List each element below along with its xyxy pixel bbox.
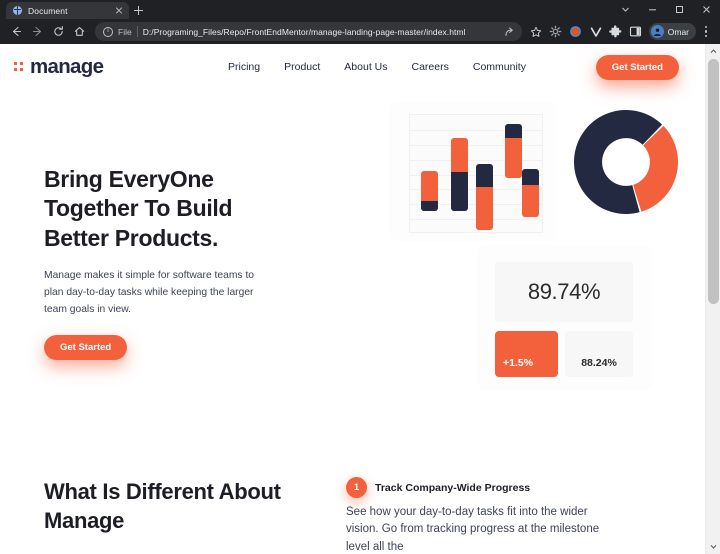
vimium-extension-icon[interactable] <box>586 21 606 42</box>
scrollbar-thumb[interactable] <box>708 59 719 304</box>
globe-icon <box>13 6 22 15</box>
chevron-down-icon[interactable] <box>612 0 639 19</box>
feature-body: See how your day-to-day tasks fit into t… <box>346 506 600 553</box>
page-viewport: manage Pricing Product About Us Careers … <box>0 44 720 554</box>
chart-bar <box>421 171 438 211</box>
scroll-down-icon[interactable] <box>706 539 720 554</box>
nav-link-community[interactable]: Community <box>473 61 526 73</box>
web-page: manage Pricing Product About Us Careers … <box>0 44 705 554</box>
stat-delta-value: +1.5% <box>503 357 534 369</box>
nav-link-pricing[interactable]: Pricing <box>228 61 260 73</box>
extension-gear-icon[interactable] <box>546 21 566 42</box>
address-bar[interactable]: File D:/Programing_Files/Repo/FrontEndMe… <box>95 22 522 41</box>
chart-bar <box>505 124 522 178</box>
window-controls <box>612 0 720 19</box>
nav-link-careers[interactable]: Careers <box>412 61 449 73</box>
feature-title: Track Company-Wide Progress <box>375 481 531 494</box>
close-icon[interactable] <box>113 5 124 16</box>
share-icon[interactable] <box>502 25 515 38</box>
url-scheme-label: File <box>118 26 132 37</box>
site-logo[interactable]: manage <box>14 55 104 79</box>
stats-card: 89.74% +1.5% 88.24% <box>477 245 652 391</box>
tab-strip: Document <box>0 0 720 19</box>
stat-primary-value: 89.74% <box>527 279 601 304</box>
divider <box>136 26 138 37</box>
home-icon[interactable] <box>69 21 90 42</box>
logo-wordmark: manage <box>30 55 104 78</box>
stat-secondary-value: 88.24% <box>581 357 617 369</box>
kebab-menu-icon[interactable] <box>697 21 715 42</box>
hero-copy: Bring EveryOne Together To Build Better … <box>44 165 284 361</box>
side-panel-icon[interactable] <box>626 21 646 42</box>
url-text: D:/Programing_Files/Repo/FrontEndMentor/… <box>142 26 466 37</box>
stat-delta: +1.5% <box>495 331 558 377</box>
browser-window: Document i File D:/Programing_Files/Repo… <box>0 0 720 554</box>
reload-icon[interactable] <box>48 21 69 42</box>
feature-number-badge: 1 <box>346 477 367 498</box>
profile-name: Omar <box>667 26 689 37</box>
bar-chart <box>409 114 543 233</box>
donut-chart <box>571 107 681 217</box>
vertical-scrollbar[interactable] <box>705 44 720 554</box>
new-tab-icon[interactable] <box>129 2 148 19</box>
bar-chart-card <box>389 101 557 241</box>
bookmark-star-icon[interactable] <box>526 21 546 42</box>
nav-get-started-button[interactable]: Get Started <box>595 54 679 80</box>
chart-bar <box>476 164 493 230</box>
page-info-icon[interactable] <box>103 25 113 37</box>
window-close-icon[interactable] <box>693 0 720 19</box>
nav-links: Pricing Product About Us Careers Communi… <box>228 61 526 73</box>
back-arrow-icon[interactable] <box>6 21 27 42</box>
site-navbar: manage Pricing Product About Us Careers … <box>0 44 705 90</box>
minimize-icon[interactable] <box>639 0 666 19</box>
browser-tab[interactable]: Document <box>6 2 129 19</box>
hero-get-started-button[interactable]: Get Started <box>44 335 128 361</box>
scroll-up-icon[interactable] <box>706 44 720 59</box>
maximize-icon[interactable] <box>666 0 693 19</box>
chart-bars <box>410 115 542 232</box>
feature-heading: 1 Track Company-Wide Progress <box>346 477 696 498</box>
four-dot-logo-icon <box>14 62 25 73</box>
hero-section: Bring EveryOne Together To Build Better … <box>0 90 705 470</box>
chart-bar <box>522 169 539 217</box>
puzzle-extensions-icon[interactable] <box>606 21 626 42</box>
browser-toolbar: File D:/Programing_Files/Repo/FrontEndMe… <box>0 19 720 44</box>
page-title: Bring EveryOne Together To Build Better … <box>44 166 233 251</box>
stat-secondary: 88.24% <box>565 331 633 377</box>
section-title: What Is Different About Manage <box>44 479 281 533</box>
hero-description: Manage makes it simple for software team… <box>44 270 255 315</box>
nav-link-about-us[interactable]: About Us <box>344 61 387 73</box>
feature-item: 1 Track Company-Wide Progress See how yo… <box>346 477 696 554</box>
stat-primary: 89.74% <box>495 262 633 322</box>
avatar-icon <box>650 25 664 38</box>
shield-extension-icon[interactable] <box>566 21 586 42</box>
profile-button[interactable]: Omar <box>648 23 696 40</box>
chart-bar <box>451 138 468 211</box>
hero-illustration: 89.74% +1.5% 88.24% <box>383 92 703 392</box>
forward-arrow-icon[interactable] <box>27 21 48 42</box>
tab-title: Document <box>28 5 68 16</box>
nav-link-product[interactable]: Product <box>284 61 320 73</box>
